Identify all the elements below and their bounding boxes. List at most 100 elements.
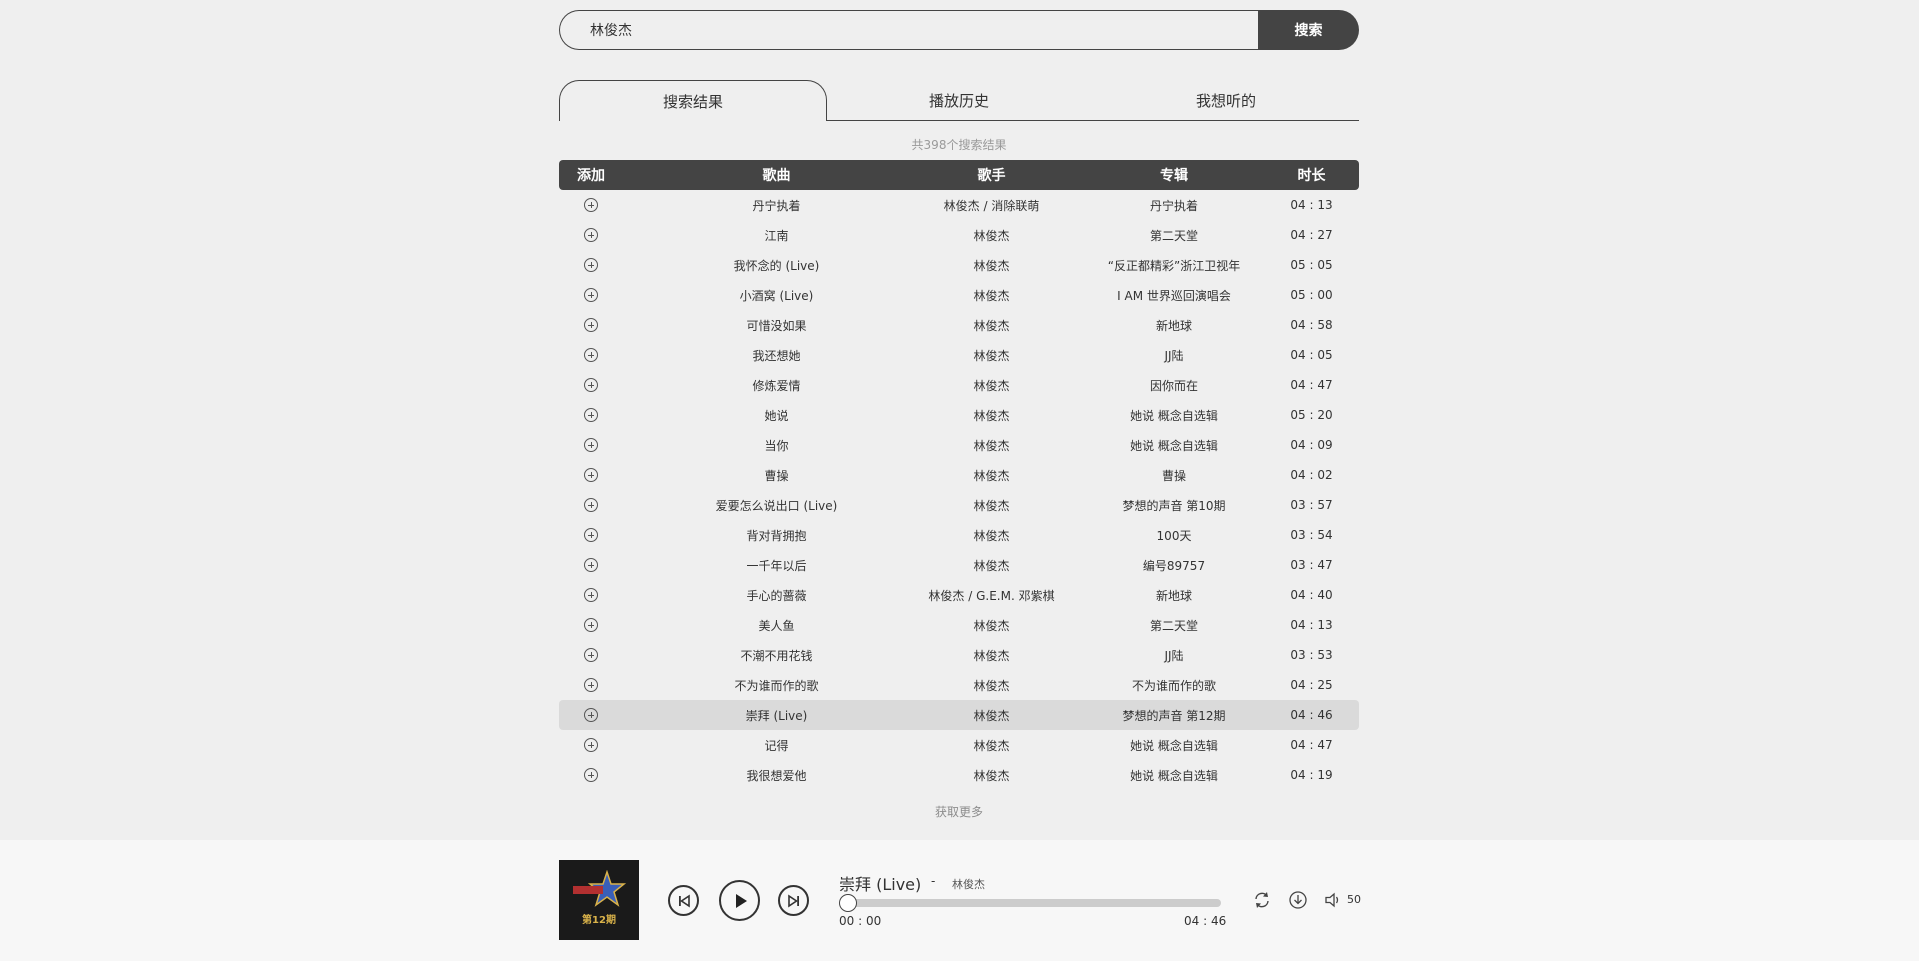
table-row[interactable]: 背对背拥抱 林俊杰 100天 03 : 54 [559,520,1359,550]
song-title[interactable]: 手心的蔷薇 [679,580,874,610]
table-row[interactable]: 曹操 林俊杰 曹操 04 : 02 [559,460,1359,490]
song-singer: 林俊杰 [973,528,1010,543]
table-row[interactable]: 不为谁而作的歌 林俊杰 不为谁而作的歌 04 : 25 [559,670,1359,700]
song-title[interactable]: 美人鱼 [679,610,874,640]
add-button[interactable] [559,400,623,430]
add-button[interactable] [559,460,623,490]
add-button[interactable] [559,700,623,730]
tab-play-history[interactable]: 播放历史 [826,80,1092,120]
download-icon [1289,891,1307,909]
now-playing-artist: 林俊杰 [952,878,985,891]
download-button[interactable] [1287,889,1309,911]
song-title[interactable]: 背对背拥抱 [679,520,874,550]
loop-button[interactable] [1251,889,1273,911]
song-album: 因你而在 [1149,378,1198,393]
song-title[interactable]: 一千年以后 [679,550,874,580]
song-title[interactable]: 我怀念的 (Live) [679,250,874,280]
add-button[interactable] [559,520,623,550]
song-title[interactable]: 记得 [679,730,874,760]
song-title[interactable]: 她说 [679,400,874,430]
add-circle-icon [584,468,598,482]
add-button[interactable] [559,760,623,790]
song-title[interactable]: 当你 [679,430,874,460]
add-button[interactable] [559,310,623,340]
add-button[interactable] [559,640,623,670]
song-title[interactable]: 崇拜 (Live) [679,700,874,730]
song-album: I AM 世界巡回演唱会 [1117,288,1231,303]
song-title[interactable]: 爱要怎么说出口 (Live) [679,490,874,520]
table-row[interactable]: 手心的蔷薇 林俊杰 / G.E.M. 邓紫棋 新地球 04 : 40 [559,580,1359,610]
table-row[interactable]: 可惜没如果 林俊杰 新地球 04 : 58 [559,310,1359,340]
play-button[interactable] [719,880,760,921]
song-singer: 林俊杰 [973,498,1010,513]
table-row[interactable]: 不潮不用花钱 林俊杰 JJ陆 03 : 53 [559,640,1359,670]
next-button[interactable] [778,885,809,916]
song-singer: 林俊杰 [973,258,1010,273]
search-bar: 林俊杰 搜索 [559,10,1359,50]
volume-level: 50 [1347,893,1361,906]
song-title[interactable]: 不潮不用花钱 [679,640,874,670]
add-button[interactable] [559,580,623,610]
table-row[interactable]: 当你 林俊杰 她说 概念自选辑 04 : 09 [559,430,1359,460]
song-title[interactable]: 江南 [679,220,874,250]
add-circle-icon [584,408,598,422]
table-row[interactable]: 记得 林俊杰 她说 概念自选辑 04 : 47 [559,730,1359,760]
song-duration: 04 : 13 [1290,198,1333,212]
add-button[interactable] [559,490,623,520]
song-title[interactable]: 可惜没如果 [679,310,874,340]
load-more-link[interactable]: 获取更多 [559,803,1359,820]
table-row[interactable]: 小酒窝 (Live) 林俊杰 I AM 世界巡回演唱会 05 : 00 [559,280,1359,310]
song-singer: 林俊杰 [973,678,1010,693]
add-button[interactable] [559,370,623,400]
song-title[interactable]: 小酒窝 (Live) [679,280,874,310]
add-button[interactable] [559,550,623,580]
progress-handle[interactable] [839,894,857,912]
tab-search-results[interactable]: 搜索结果 [559,80,827,121]
table-row[interactable]: 江南 林俊杰 第二天堂 04 : 27 [559,220,1359,250]
song-title[interactable]: 曹操 [679,460,874,490]
song-duration: 04 : 27 [1290,228,1333,242]
song-singer: 林俊杰 [973,348,1010,363]
table-row[interactable]: 我还想她 林俊杰 JJ陆 04 : 05 [559,340,1359,370]
add-button[interactable] [559,340,623,370]
table-row[interactable]: 丹宁执着 林俊杰 / 消除联萌 丹宁执着 04 : 13 [559,190,1359,220]
add-button[interactable] [559,670,623,700]
add-button[interactable] [559,730,623,760]
table-row[interactable]: 美人鱼 林俊杰 第二天堂 04 : 13 [559,610,1359,640]
song-album: 编号89757 [1142,558,1206,573]
song-title[interactable]: 我还想她 [679,340,874,370]
add-button[interactable] [559,280,623,310]
song-singer: 林俊杰 [973,378,1010,393]
table-row[interactable]: 我怀念的 (Live) 林俊杰 “反正都精彩”浙江卫视年 05 : 05 [559,250,1359,280]
song-table: 丹宁执着 林俊杰 / 消除联萌 丹宁执着 04 : 13 江南 林俊杰 第二天堂 04 : 2… [559,190,1359,790]
song-title[interactable]: 丹宁执着 [679,190,874,220]
song-album: 新地球 [1155,588,1192,603]
song-title[interactable]: 不为谁而作的歌 [679,670,874,700]
add-button[interactable] [559,430,623,460]
volume-icon [1325,892,1339,908]
add-button[interactable] [559,220,623,250]
volume-button[interactable] [1322,889,1344,911]
table-row[interactable]: 爱要怎么说出口 (Live) 林俊杰 梦想的声音 第10期 03 : 57 [559,490,1359,520]
search-button[interactable]: 搜索 [1258,10,1359,50]
previous-button[interactable] [668,885,699,916]
add-button[interactable] [559,610,623,640]
search-input[interactable]: 林俊杰 [559,10,1258,50]
song-duration: 05 : 05 [1290,258,1333,272]
add-button[interactable] [559,250,623,280]
song-title[interactable]: 修炼爱情 [679,370,874,400]
table-row[interactable]: 崇拜 (Live) 林俊杰 梦想的声音 第12期 04 : 46 [559,700,1359,730]
progress-bar[interactable] [840,899,1221,907]
add-circle-icon [584,678,598,692]
add-button[interactable] [559,190,623,220]
tab-wishlist[interactable]: 我想听的 [1093,80,1359,120]
album-cover: 第12期 [559,860,639,940]
song-singer: 林俊杰 [973,618,1010,633]
song-singer: 林俊杰 [973,318,1010,333]
song-title[interactable]: 我很想爱他 [679,760,874,790]
add-circle-icon [584,768,598,782]
table-row[interactable]: 一千年以后 林俊杰 编号89757 03 : 47 [559,550,1359,580]
table-row[interactable]: 我很想爱他 林俊杰 她说 概念自选辑 04 : 19 [559,760,1359,790]
table-row[interactable]: 她说 林俊杰 她说 概念自选辑 05 : 20 [559,400,1359,430]
table-row[interactable]: 修炼爱情 林俊杰 因你而在 04 : 47 [559,370,1359,400]
